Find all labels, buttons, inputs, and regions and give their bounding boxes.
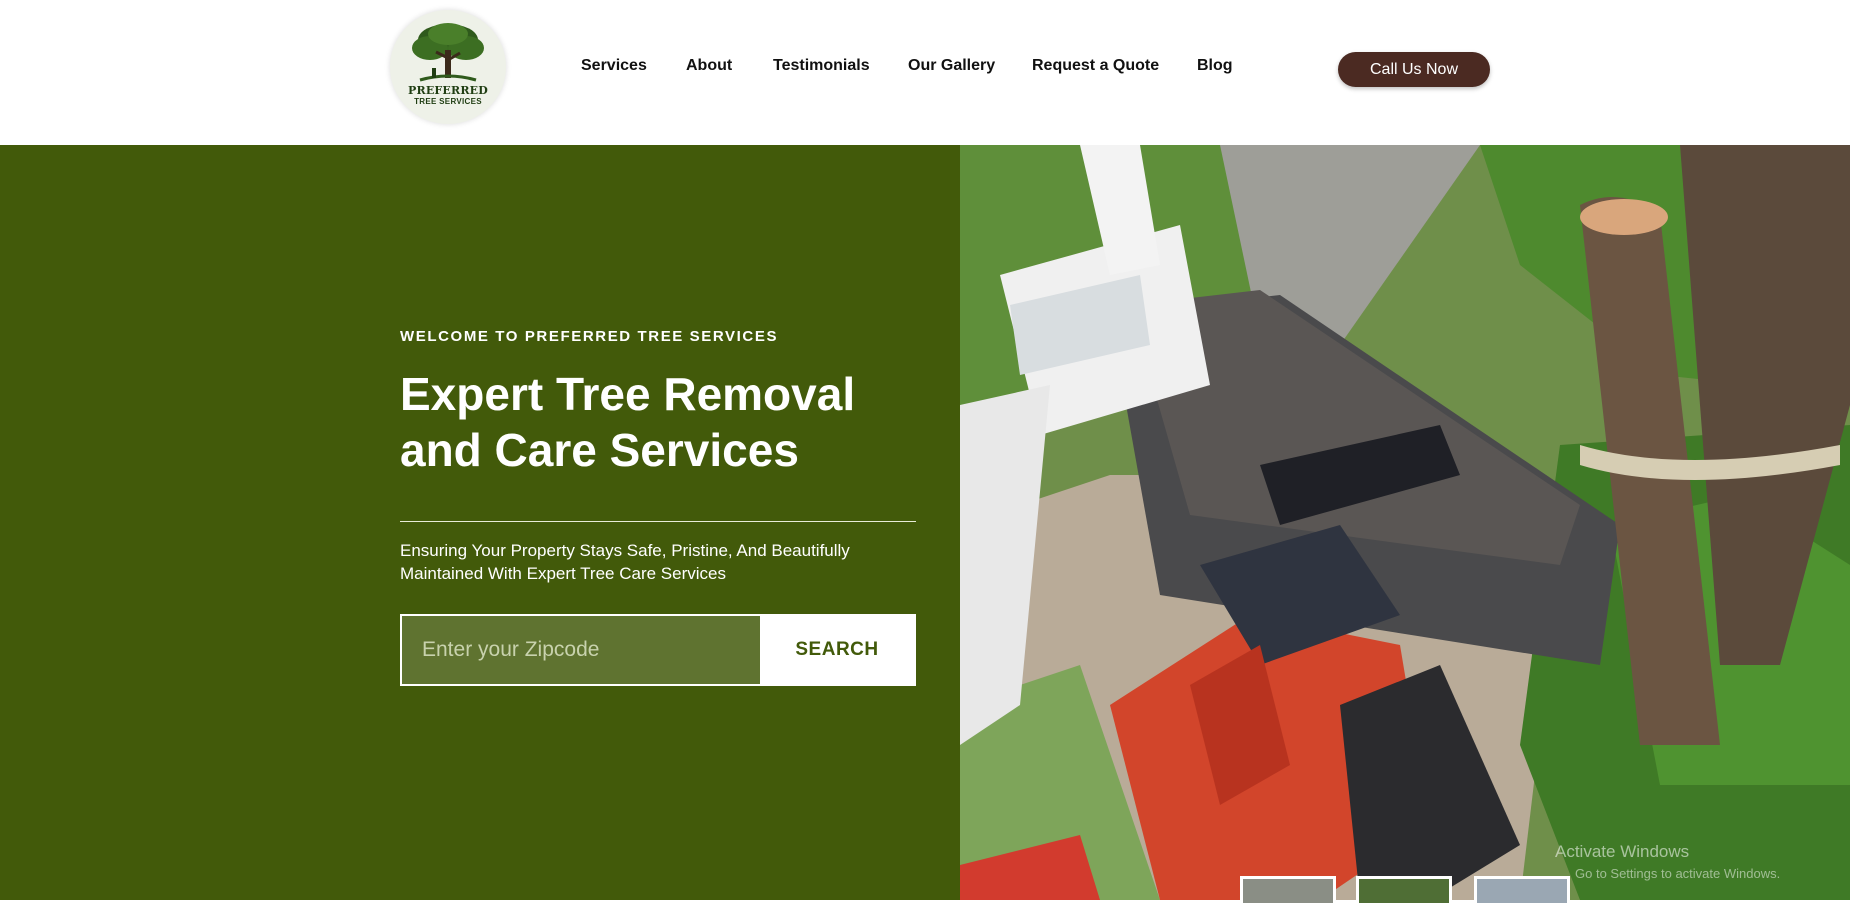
hero-image [960,145,1850,900]
hero-panel [0,145,960,900]
search-button[interactable]: SEARCH [760,616,914,684]
hero-photo-illustration [960,145,1850,900]
hero-subtext: Ensuring Your Property Stays Safe, Prist… [400,541,850,583]
logo-name-line2: TREE SERVICES [414,97,482,106]
nav-our-gallery[interactable]: Our Gallery [908,57,995,75]
site-header: PREFERRED TREE SERVICES Services About T… [0,0,1850,145]
nav-testimonials[interactable]: Testimonials [773,57,870,75]
call-us-now-button[interactable]: Call Us Now [1338,52,1490,87]
hero-headline: Expert Tree Removal and Care Services [400,368,856,476]
zipcode-input[interactable] [402,616,760,684]
logo-name-line1: PREFERRED [408,84,488,97]
gallery-thumbnail-2[interactable] [1356,876,1452,906]
gallery-thumbnail-1[interactable] [1240,876,1336,906]
activate-windows-subtext: Go to Settings to activate Windows. [1575,866,1781,881]
zipcode-search-form: SEARCH [400,614,916,686]
nav-blog[interactable]: Blog [1197,57,1233,75]
nav-request-quote[interactable]: Request a Quote [1032,57,1159,75]
brand-logo[interactable]: PREFERRED TREE SERVICES [390,10,506,124]
nav-services[interactable]: Services [581,57,647,75]
activate-windows-title: Activate Windows [1555,842,1690,861]
hero-divider [400,521,916,522]
tree-icon [412,23,484,82]
gallery-thumbnail-3[interactable] [1474,876,1570,906]
nav-about[interactable]: About [686,57,732,75]
hero-eyebrow: WELCOME TO PREFERRED TREE SERVICES [400,328,779,345]
